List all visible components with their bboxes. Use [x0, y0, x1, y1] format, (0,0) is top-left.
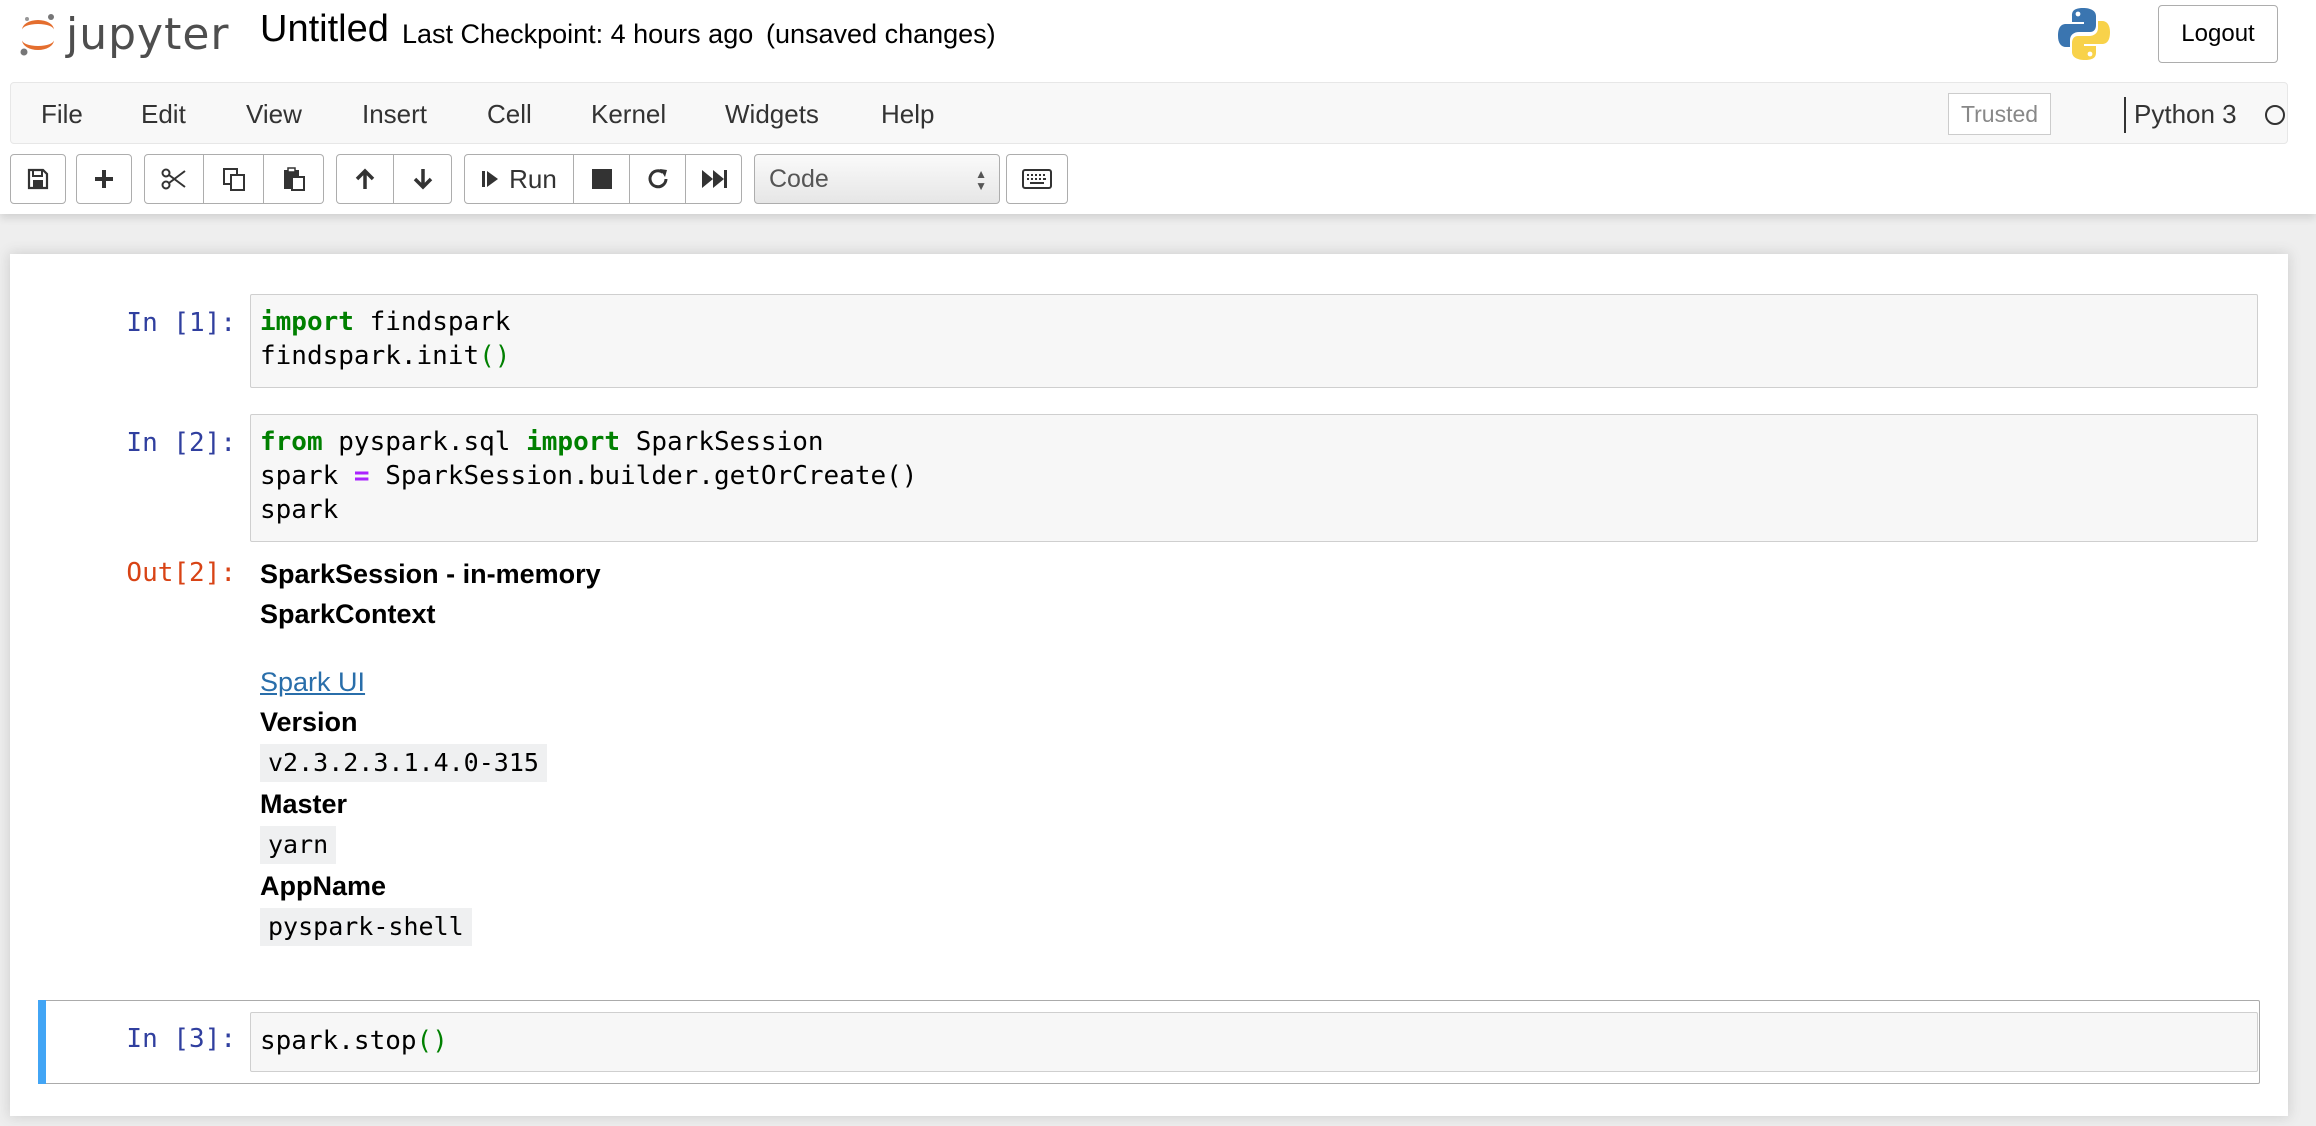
menu-kernel[interactable]: Kernel — [591, 83, 666, 145]
version-label: Version — [260, 707, 358, 737]
code-token: spark — [260, 461, 354, 491]
output-area: Out[2]: SparkSession - in-memory SparkCo… — [38, 554, 2268, 946]
cell-type-value: Code — [769, 164, 829, 193]
master-value: yarn — [260, 826, 337, 864]
input-prompt: In [1]: — [126, 308, 236, 338]
autosave-status: (unsaved changes) — [766, 19, 996, 49]
code-cell-1[interactable]: In [1]: import findspark findspark.init() — [38, 294, 2268, 388]
code-token: () — [479, 341, 511, 371]
refresh-icon — [648, 169, 667, 189]
restart-run-all-button[interactable] — [686, 154, 742, 204]
logout-button[interactable]: Logout — [2158, 5, 2278, 63]
command-palette-button[interactable] — [1006, 154, 1068, 204]
restart-button[interactable] — [630, 154, 686, 204]
logo-text: jupyter — [66, 8, 230, 60]
notebook-container: In [1]: import findspark findspark.init()… — [10, 254, 2288, 1116]
plus-icon — [95, 170, 113, 188]
code-editor[interactable]: from pyspark.sql import SparkSession spar… — [250, 414, 2258, 542]
code-line: findspark.init() — [260, 339, 2248, 373]
select-arrows-icon: ▲ ▼ — [975, 167, 987, 193]
spark-session-title: SparkSession - in-memory — [260, 559, 601, 589]
jupyter-logo[interactable]: jupyter — [18, 4, 230, 64]
run-button[interactable]: Run — [464, 154, 574, 204]
save-icon — [27, 168, 49, 190]
input-prompt: In [3]: — [126, 1024, 236, 1054]
stop-icon — [591, 169, 612, 189]
header: jupyter Untitled Last Checkpoint: 4 hour… — [0, 0, 2316, 214]
spark-context-title: SparkContext — [260, 599, 436, 629]
move-up-button[interactable] — [336, 154, 394, 204]
trusted-indicator[interactable]: Trusted — [1948, 93, 2051, 135]
code-token: () — [416, 1026, 448, 1056]
menubar: File Edit View Insert Cell Kernel Widget… — [10, 82, 2288, 144]
code-token: SparkSession.builder.getOrCreate() — [369, 461, 918, 491]
input-prompt: In [2]: — [126, 428, 236, 458]
code-token: = — [353, 461, 370, 491]
paste-icon — [283, 167, 305, 191]
code-editor[interactable]: import findspark findspark.init() — [250, 294, 2258, 388]
appname-value: pyspark-shell — [260, 908, 472, 946]
code-cell-2[interactable]: In [2]: from pyspark.sql import SparkSes… — [38, 414, 2268, 542]
menu-edit[interactable]: Edit — [141, 83, 186, 145]
step-forward-icon — [482, 171, 499, 187]
kernel-idle-indicator-icon — [2265, 105, 2285, 125]
menu-view[interactable]: View — [246, 83, 302, 145]
code-line: from pyspark.sql import SparkSession — [260, 425, 2248, 459]
checkpoint-status: Last Checkpoint: 4 hours ago — [402, 19, 754, 49]
kernel-name: Python 3 — [2134, 99, 2237, 129]
menu-cell[interactable]: Cell — [487, 83, 532, 145]
code-cell-3[interactable]: In [3]: spark.stop() — [38, 1012, 2268, 1072]
arrow-up-icon — [355, 168, 375, 189]
menu-widgets[interactable]: Widgets — [725, 83, 819, 145]
appname-label: AppName — [260, 871, 387, 901]
spark-session-output: SparkSession - in-memory SparkContext Sp… — [260, 554, 601, 948]
code-line: spark — [260, 493, 2248, 527]
menu-insert[interactable]: Insert — [362, 83, 427, 145]
run-label: Run — [509, 163, 557, 194]
cell-type-select[interactable]: Code ▲ ▼ — [754, 154, 1000, 204]
notebook-title[interactable]: Untitled — [260, 8, 389, 51]
code-token: import — [260, 307, 354, 337]
code-token: spark.stop — [260, 1026, 417, 1056]
menu-file[interactable]: File — [41, 83, 83, 145]
code-token: findspark.init — [260, 341, 480, 371]
menu-help[interactable]: Help — [881, 83, 934, 145]
code-token: SparkSession — [620, 427, 824, 457]
scissors-icon — [161, 168, 186, 190]
output-prompt: Out[2]: — [126, 558, 236, 588]
save-button[interactable] — [10, 154, 66, 204]
kernel-divider — [2124, 97, 2126, 133]
paste-button[interactable] — [264, 154, 324, 204]
version-value: v2.3.2.3.1.4.0-315 — [260, 744, 547, 782]
keyboard-icon — [1022, 169, 1052, 189]
insert-cell-button[interactable] — [76, 154, 132, 204]
jupyter-logo-icon — [20, 14, 54, 56]
code-token: spark — [260, 495, 339, 525]
fast-forward-icon — [701, 170, 727, 188]
master-label: Master — [260, 789, 348, 819]
arrow-down-icon — [413, 169, 432, 190]
cut-button[interactable] — [144, 154, 204, 204]
move-down-button[interactable] — [394, 154, 452, 204]
code-token: findspark — [353, 307, 511, 337]
code-token: from — [260, 427, 323, 457]
code-token: import — [526, 427, 621, 457]
python-logo-icon — [2058, 8, 2110, 60]
code-token: pyspark.sql — [322, 427, 527, 457]
code-line: spark.stop() — [260, 1024, 2248, 1058]
copy-icon — [222, 168, 245, 191]
interrupt-button[interactable] — [574, 154, 630, 204]
code-editor[interactable]: spark.stop() — [250, 1012, 2258, 1072]
spark-ui-link[interactable]: Spark UI — [260, 662, 601, 702]
code-line: import findspark — [260, 305, 2248, 339]
code-line: spark = SparkSession.builder.getOrCreate… — [260, 459, 2248, 493]
copy-button[interactable] — [204, 154, 264, 204]
